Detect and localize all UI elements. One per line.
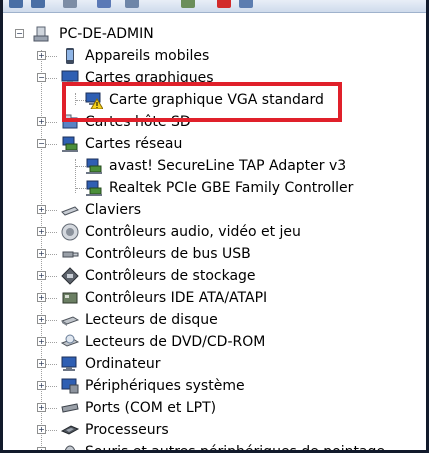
tree-item[interactable]: + Périphériques système xyxy=(3,375,423,397)
speaker-icon xyxy=(61,223,79,241)
expand-processors-expander[interactable]: + xyxy=(37,425,46,434)
tree-item-label: Claviers xyxy=(85,202,142,218)
tree-item-label: Lecteurs de DVD/CD-ROM xyxy=(85,334,266,350)
tree-item-label: Cartes réseau xyxy=(85,136,183,152)
forward-button[interactable] xyxy=(29,0,47,10)
update-driver-button[interactable] xyxy=(179,0,197,10)
expand-audio-expander[interactable]: + xyxy=(37,227,46,236)
annotation-highlight-box xyxy=(62,82,342,122)
expand-mice-expander[interactable]: + xyxy=(37,447,46,450)
expand-computer-expander[interactable]: + xyxy=(37,359,46,368)
tree-item[interactable]: + Lecteurs de disque xyxy=(3,309,423,331)
tree-item-label: Lecteurs de disque xyxy=(85,312,218,328)
tree-item-label: Realtek PCIe GBE Family Controller xyxy=(109,180,354,196)
network-adapter-icon xyxy=(86,158,102,174)
tree-item[interactable]: − Cartes réseau xyxy=(3,133,423,155)
expand-ide-expander[interactable]: + xyxy=(37,293,46,302)
system-device-icon xyxy=(61,378,79,394)
tree-item-label: Périphériques système xyxy=(85,378,245,394)
ide-controller-icon xyxy=(62,292,78,304)
storage-controller-icon xyxy=(61,267,79,285)
help-button[interactable] xyxy=(95,0,113,10)
tree-item[interactable]: + Contrôleurs audio, vidéo et jeu xyxy=(3,221,423,243)
tree-item-label: Appareils mobiles xyxy=(85,48,210,64)
expand-dvd-expander[interactable]: + xyxy=(37,337,46,346)
tree-item[interactable]: + Ports (COM et LPT) xyxy=(3,397,423,419)
tree-item[interactable]: + Contrôleurs IDE ATA/ATAPI xyxy=(3,287,423,309)
expand-disk-drives-expander[interactable]: + xyxy=(37,315,46,324)
tree-item-label: avast! SecureLine TAP Adapter v3 xyxy=(109,158,347,174)
network-adapter-icon xyxy=(86,180,102,196)
expand-storage-expander[interactable]: + xyxy=(37,271,46,280)
tree-item[interactable]: + Processeurs xyxy=(3,419,423,441)
keyboard-icon xyxy=(61,206,79,216)
tree-item-label: Ports (COM et LPT) xyxy=(85,400,217,416)
expand-system-devices-expander[interactable]: + xyxy=(37,381,46,390)
processor-icon xyxy=(61,425,79,435)
tree-child-item[interactable]: Realtek PCIe GBE Family Controller xyxy=(3,177,423,199)
device-tree: − PC-DE-ADMIN + Appareils mobiles − Cart… xyxy=(3,13,426,450)
toolbar xyxy=(3,0,426,13)
properties-button[interactable] xyxy=(61,0,79,10)
expand-sd-host-expander[interactable]: + xyxy=(37,117,46,126)
tree-item[interactable]: + Claviers xyxy=(3,199,423,221)
tree-item[interactable]: + Ordinateur xyxy=(3,353,423,375)
collapse-display-adapters-expander[interactable]: − xyxy=(37,73,46,82)
properties-icon xyxy=(63,0,77,8)
scan-hardware-icon xyxy=(125,0,139,8)
back-button[interactable] xyxy=(7,0,25,10)
uninstall-button[interactable] xyxy=(215,0,233,10)
computer-icon xyxy=(61,356,77,371)
tree-item-label: Contrôleurs IDE ATA/ATAPI xyxy=(85,290,268,306)
tree-root[interactable]: − PC-DE-ADMIN xyxy=(3,23,423,45)
dvd-drive-icon xyxy=(61,334,79,347)
mouse-icon xyxy=(64,445,76,450)
back-arrow-icon xyxy=(9,0,23,8)
expand-mobile-devices-expander[interactable]: + xyxy=(37,51,46,60)
tree-child-item[interactable]: avast! SecureLine TAP Adapter v3 xyxy=(3,155,423,177)
disable-button[interactable] xyxy=(237,0,255,10)
tree-item-label: Processeurs xyxy=(85,422,169,438)
collapse-root-expander[interactable]: − xyxy=(15,29,24,38)
tree-item[interactable]: + Appareils mobiles xyxy=(3,45,423,67)
tree-item-label: Contrôleurs de bus USB xyxy=(85,246,251,262)
forward-arrow-icon xyxy=(31,0,45,8)
expand-usb-expander[interactable]: + xyxy=(37,249,46,258)
tree-item[interactable]: + Lecteurs de DVD/CD-ROM xyxy=(3,331,423,353)
tree-item-label: Souris et autres périphériques de pointa… xyxy=(85,441,385,450)
tree-item-label: Ordinateur xyxy=(85,356,161,372)
collapse-network-adapters-expander[interactable]: − xyxy=(37,139,46,148)
tree-item-label: Contrôleurs audio, vidéo et jeu xyxy=(85,224,301,240)
disable-icon xyxy=(239,0,253,8)
tree-root-label: PC-DE-ADMIN xyxy=(59,26,154,42)
mobile-device-icon xyxy=(66,48,74,64)
scan-hardware-button[interactable] xyxy=(123,0,141,10)
expand-keyboards-expander[interactable]: + xyxy=(37,205,46,214)
usb-icon xyxy=(62,251,79,258)
tree-item-label: Contrôleurs de stockage xyxy=(85,268,256,284)
port-icon xyxy=(61,403,79,413)
tree-item[interactable]: + Contrôleurs de bus USB xyxy=(3,243,423,265)
tree-item[interactable]: + Souris et autres périphériques de poin… xyxy=(3,441,423,450)
network-adapter-icon xyxy=(62,136,78,152)
tree-item[interactable]: + Contrôleurs de stockage xyxy=(3,265,423,287)
computer-icon xyxy=(33,26,49,42)
expand-ports-expander[interactable]: + xyxy=(37,403,46,412)
help-icon xyxy=(97,0,111,8)
update-driver-icon xyxy=(181,0,195,8)
disk-drive-icon xyxy=(61,316,79,326)
uninstall-icon xyxy=(217,0,231,8)
